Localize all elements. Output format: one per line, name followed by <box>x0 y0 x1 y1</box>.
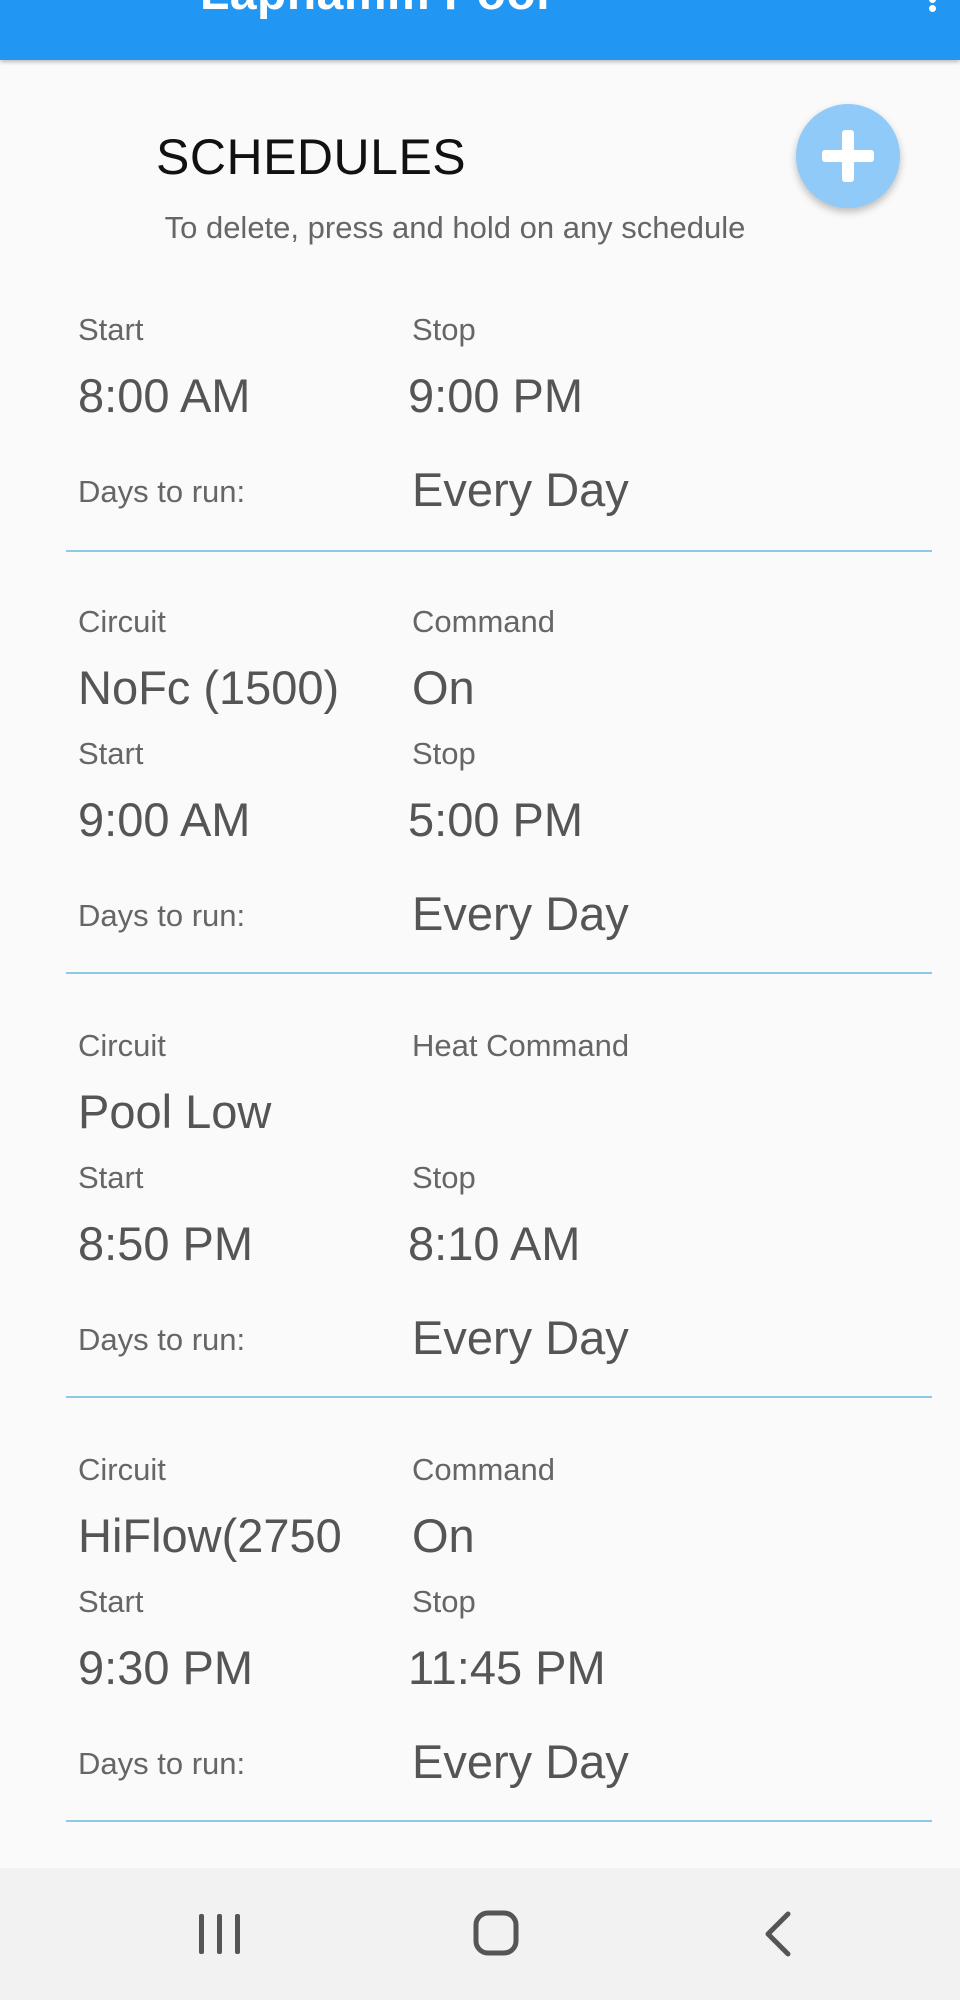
circuit-label: Circuit <box>78 1028 166 1063</box>
days-label: Days to run: <box>78 1322 246 1357</box>
stop-label: Stop <box>412 1584 476 1619</box>
command-label: Command <box>412 1452 555 1487</box>
back-button[interactable] <box>738 1898 818 1968</box>
schedule-item[interactable]: Circuit Command HiFlow(2750 On Start Sto… <box>66 1400 932 1822</box>
days-value: Every Day <box>412 463 629 516</box>
start-time: 9:30 PM <box>78 1641 254 1694</box>
stop-time: 5:00 PM <box>408 793 584 846</box>
stop-time: 8:10 AM <box>408 1217 581 1270</box>
home-button[interactable] <box>456 1898 536 1968</box>
add-icon <box>822 130 874 182</box>
schedule-item[interactable]: Circuit Command NoFc (1500) On Start Sto… <box>66 552 932 974</box>
command-value: On <box>412 661 475 714</box>
command-value: On <box>412 1509 475 1562</box>
schedule-item[interactable]: Circuit Heat Command Pool Low Start Stop… <box>66 976 932 1398</box>
start-time: 8:00 AM <box>78 369 251 422</box>
schedule-item[interactable]: Start Stop 8:00 AM 9:00 PM Days to run: … <box>66 296 932 552</box>
days-label: Days to run: <box>78 898 246 933</box>
circuit-value: NoFc (1500) <box>78 661 340 714</box>
recent-apps-button[interactable] <box>180 1898 260 1968</box>
start-label: Start <box>78 1160 144 1195</box>
command-label: Command <box>412 604 555 639</box>
days-label: Days to run: <box>78 1746 246 1781</box>
stop-time: 9:00 PM <box>408 369 584 422</box>
start-time: 9:00 AM <box>78 793 251 846</box>
days-value: Every Day <box>412 1311 629 1364</box>
delete-hint: To delete, press and hold on any schedul… <box>164 210 746 245</box>
command-label: Heat Command <box>412 1028 630 1063</box>
app-bar: Laphamm Pool <box>0 0 960 60</box>
stop-label: Stop <box>412 1160 476 1195</box>
system-nav-bar <box>0 1868 960 2000</box>
start-time: 8:50 PM <box>78 1217 254 1270</box>
app-title: Laphamm Pool <box>200 0 550 21</box>
start-label: Start <box>78 736 144 771</box>
recent-apps-icon <box>199 1914 240 1954</box>
page-title: SCHEDULES <box>156 129 467 185</box>
circuit-value: HiFlow(2750 <box>78 1509 342 1562</box>
days-value: Every Day <box>412 887 629 940</box>
start-label: Start <box>78 1584 144 1619</box>
days-value: Every Day <box>412 1735 629 1788</box>
add-schedule-button[interactable] <box>796 104 900 208</box>
stop-label: Stop <box>412 736 476 771</box>
start-label: Start <box>78 312 144 347</box>
circuit-label: Circuit <box>78 1452 166 1487</box>
circuit-value: Pool Low <box>78 1085 272 1138</box>
stop-time: 11:45 PM <box>408 1641 606 1694</box>
more-vert-icon[interactable] <box>922 0 942 12</box>
back-icon <box>765 1911 791 1957</box>
stop-label: Stop <box>412 312 476 347</box>
circuit-label: Circuit <box>78 604 166 639</box>
days-label: Days to run: <box>78 474 246 509</box>
home-icon <box>473 1910 519 1956</box>
